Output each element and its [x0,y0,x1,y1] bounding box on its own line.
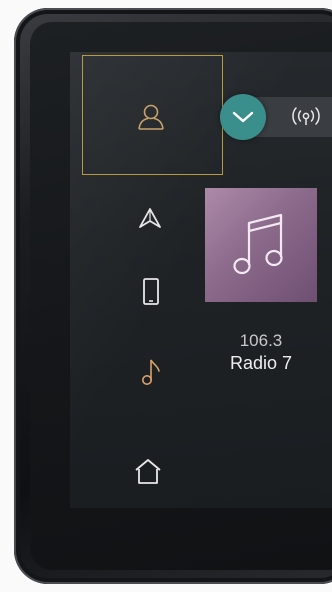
navigation-arrow-icon [139,208,161,228]
nav-phone-button[interactable] [131,272,171,312]
album-art[interactable] [205,188,317,302]
home-icon [135,459,161,484]
nav-media-button[interactable] [131,352,171,392]
chevron-down-icon [232,111,254,123]
radio-source-button[interactable] [286,106,326,128]
nav-profile-button[interactable] [131,97,171,137]
nav-home-button[interactable] [128,452,168,492]
station-frequency: 106.3 [239,331,283,350]
smartphone-icon [143,278,159,305]
nav-navigation-button[interactable] [130,199,170,239]
music-note-icon [142,359,160,385]
infotainment-display: 106.3 Radio 7 [0,0,332,592]
source-toggle-knob[interactable] [220,94,266,140]
radio-signal-icon [292,107,320,125]
user-icon [138,104,164,130]
station-name: Radio 7 [229,353,293,373]
music-notes-icon [233,213,283,275]
